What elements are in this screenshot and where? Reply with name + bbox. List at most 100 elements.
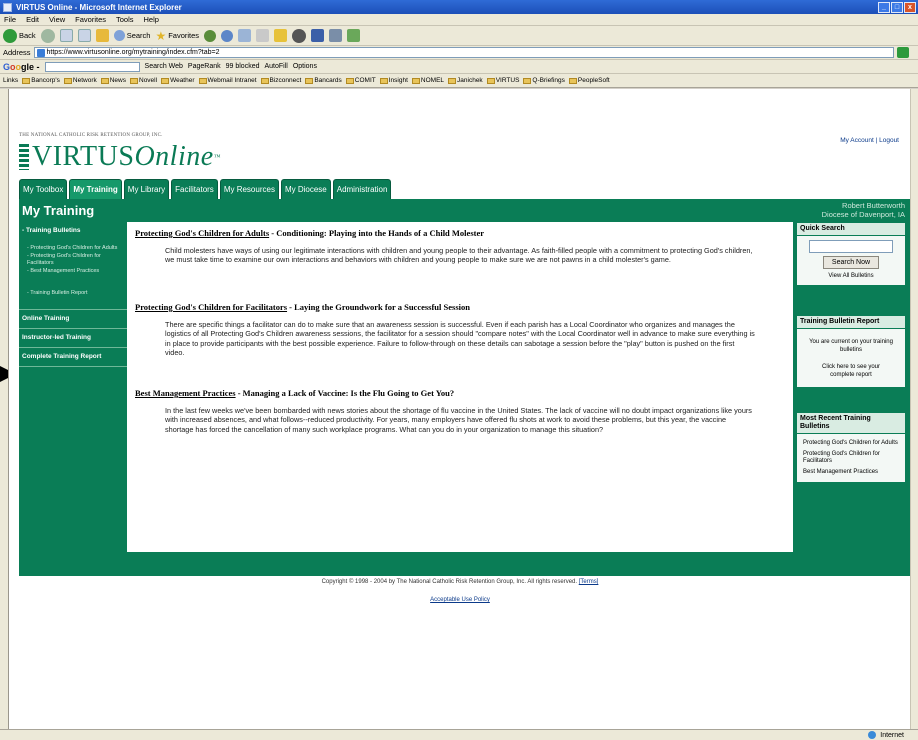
article-item: Protecting God's Children for Adults - C…: [135, 228, 775, 265]
nav-sub-best-practices[interactable]: - Best Management Practices: [19, 267, 127, 275]
article-item: Protecting God's Children for Facilitato…: [135, 302, 775, 358]
tab-my-resources[interactable]: My Resources: [219, 179, 279, 199]
stop-icon[interactable]: [59, 29, 73, 42]
close-button[interactable]: x: [904, 1, 916, 13]
nav-training-bulletins[interactable]: - Training Bulletins: [19, 222, 127, 234]
user-info: Robert Butterworth Diocese of Davenport,…: [822, 201, 905, 219]
window-title: VIRTUS Online - Microsoft Internet Explo…: [16, 2, 182, 12]
media-icon[interactable]: [204, 29, 217, 42]
view-all-bulletins-link[interactable]: View All Bulletins: [797, 269, 905, 285]
maximize-button[interactable]: □: [891, 1, 903, 13]
research-icon[interactable]: [311, 29, 325, 42]
link-network[interactable]: Network: [63, 77, 97, 84]
article-link[interactable]: Protecting God's Children for Facilitato…: [135, 302, 287, 312]
link-bizconnect[interactable]: Bizconnect: [260, 77, 301, 84]
link-insight[interactable]: Insight: [379, 77, 408, 84]
print-icon[interactable]: [256, 29, 270, 42]
recent-bulletin-item[interactable]: Best Management Practices: [797, 467, 905, 482]
recent-bulletin-item[interactable]: Protecting God's Children for Facilitato…: [797, 449, 905, 467]
logo-tm: ™: [213, 153, 222, 161]
tab-my-training[interactable]: My Training: [69, 179, 122, 199]
link-bancorps[interactable]: Bancorp's: [22, 77, 60, 84]
popup-blocked-counter[interactable]: 99 blocked: [226, 63, 260, 70]
forward-button[interactable]: [40, 28, 55, 43]
menu-favorites[interactable]: Favorites: [75, 15, 106, 24]
google-options-button[interactable]: Options: [293, 63, 317, 70]
link-comit[interactable]: COMIT: [345, 77, 376, 84]
nav-sub-adults[interactable]: - Protecting God's Children for Adults: [19, 244, 127, 252]
quick-search-input[interactable]: [809, 240, 893, 253]
terms-link[interactable]: [Terms]: [579, 579, 599, 585]
link-novell[interactable]: Novell: [130, 77, 157, 84]
favorites-button[interactable]: ★ Favorites: [155, 29, 199, 43]
link-q-briefings[interactable]: Q-Briefings: [523, 77, 565, 84]
my-account-link[interactable]: My Account: [840, 137, 874, 144]
search-web-button[interactable]: Search Web: [145, 63, 183, 70]
folder-icon: [523, 77, 532, 84]
tab-my-diocese[interactable]: My Diocese: [280, 179, 331, 199]
link-janichek[interactable]: Janichek: [448, 77, 483, 84]
nav-sub-facilitators[interactable]: - Protecting God's Children for Facilita…: [19, 252, 127, 267]
nav-complete-report[interactable]: Complete Training Report: [19, 348, 127, 366]
link-nomel[interactable]: NOMEL: [411, 77, 444, 84]
vertical-scrollbar[interactable]: [910, 89, 918, 729]
copy-icon[interactable]: [329, 29, 343, 42]
folder-icon: [130, 77, 138, 84]
menu-help[interactable]: Help: [144, 15, 159, 24]
home-icon[interactable]: [95, 29, 109, 42]
folder-icon: [22, 77, 31, 84]
history-icon[interactable]: [221, 29, 234, 42]
addon-icon[interactable]: [347, 29, 361, 42]
back-button[interactable]: Back: [3, 28, 36, 43]
logout-link[interactable]: Logout: [879, 137, 899, 144]
tab-facilitators[interactable]: Facilitators: [171, 179, 218, 199]
nav-divider: [19, 366, 127, 367]
site-tagline: THE NATIONAL CATHOLIC RISK RETENTION GRO…: [19, 133, 163, 138]
article-link[interactable]: Best Management Practices: [135, 388, 236, 398]
page-title: My Training: [22, 203, 95, 218]
zone-label: Internet: [880, 731, 904, 739]
tab-my-library[interactable]: My Library: [123, 179, 170, 199]
nav-instructor-led[interactable]: Instructor-led Training: [19, 329, 127, 347]
nav-sub-bulletin-report[interactable]: - Training Bulletin Report: [19, 289, 127, 297]
status-bar: Internet: [0, 729, 918, 740]
menu-file[interactable]: File: [4, 15, 16, 24]
ie-icon: [3, 2, 12, 12]
nav-online-training[interactable]: Online Training: [19, 310, 127, 328]
folder-icon: [161, 77, 170, 84]
tab-my-toolbox[interactable]: My Toolbox: [19, 179, 68, 199]
right-sidebar: Quick Search Search Now View All Bulleti…: [793, 222, 910, 552]
menu-edit[interactable]: Edit: [26, 15, 39, 24]
article-link[interactable]: Protecting God's Children for Adults: [135, 228, 269, 238]
link-virtus[interactable]: VIRTUS: [486, 77, 519, 84]
link-webmail[interactable]: Webmail Intranet: [198, 77, 257, 84]
link-bancards[interactable]: Bancards: [305, 77, 342, 84]
search-label: Search: [126, 31, 151, 40]
search-icon: [113, 30, 125, 41]
acceptable-use-link[interactable]: Acceptable Use Policy: [430, 597, 490, 603]
virtus-logo[interactable]: VIRTUS Online ™: [19, 141, 221, 173]
pagerank-indicator[interactable]: PageRank: [188, 63, 221, 70]
go-button[interactable]: [896, 47, 909, 58]
link-news[interactable]: News: [100, 77, 126, 84]
autofill-button[interactable]: AutoFill: [264, 63, 287, 70]
google-logo[interactable]: Google -: [3, 62, 40, 72]
address-input[interactable]: https://www.virtusonline.org/mytraining/…: [33, 47, 894, 58]
search-button[interactable]: Search: [113, 30, 151, 41]
recent-bulletin-item[interactable]: Protecting God's Children for Adults: [797, 438, 905, 449]
refresh-icon[interactable]: [77, 29, 91, 42]
browser-toolbar: Back Search ★ Favorites: [0, 26, 918, 46]
folder-icon: [379, 77, 388, 84]
minimize-button[interactable]: _: [878, 1, 890, 13]
google-search-input[interactable]: [44, 61, 140, 72]
search-now-button[interactable]: Search Now: [823, 256, 879, 269]
edit-icon[interactable]: [274, 29, 288, 42]
messenger-icon[interactable]: [292, 28, 307, 43]
link-weather[interactable]: Weather: [161, 77, 195, 84]
menu-view[interactable]: View: [49, 15, 65, 24]
link-peoplesoft[interactable]: PeopleSoft: [568, 77, 610, 84]
tab-administration[interactable]: Administration: [332, 179, 392, 199]
menu-tools[interactable]: Tools: [116, 15, 134, 24]
mail-icon[interactable]: [238, 29, 252, 42]
complete-report-link[interactable]: Click here to see your complete report: [797, 358, 905, 387]
